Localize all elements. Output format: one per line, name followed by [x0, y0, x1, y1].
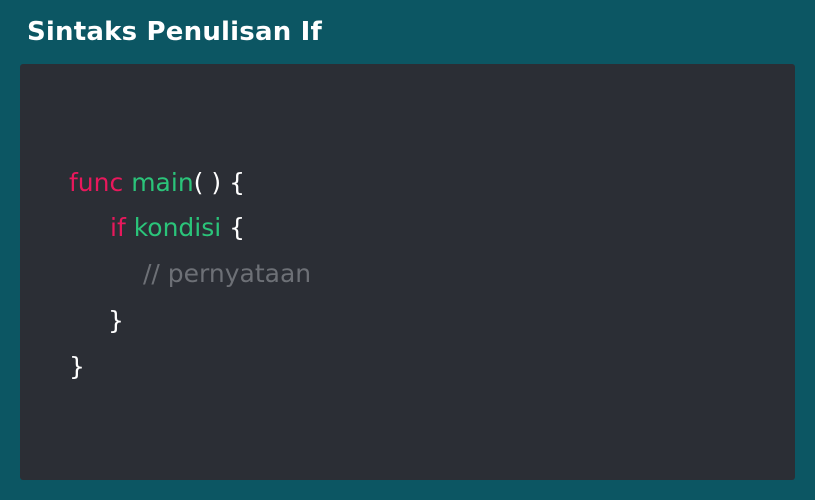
code-line-comment: // pernyataan — [143, 257, 311, 291]
open-brace-func: { — [229, 168, 245, 197]
function-parens: ( ) — [193, 168, 222, 197]
keyword-func: func — [69, 168, 124, 197]
code-line-if: if kondisi { — [110, 211, 245, 245]
if-condition: kondisi — [133, 213, 222, 242]
function-name: main — [131, 168, 194, 197]
code-line-close-func: } — [69, 350, 85, 384]
open-brace-if: { — [229, 213, 246, 242]
keyword-if: if — [110, 213, 126, 242]
code-block: func main( ) { if kondisi { // pernyataa… — [20, 64, 795, 480]
page-title: Sintaks Penulisan If — [27, 17, 323, 47]
code-line-close-if: } — [108, 304, 124, 338]
code-line-func-main: func main( ) { — [69, 166, 245, 200]
close-brace-if: } — [108, 306, 124, 335]
close-brace-func: } — [69, 352, 85, 381]
statement-comment: // pernyataan — [143, 259, 312, 288]
